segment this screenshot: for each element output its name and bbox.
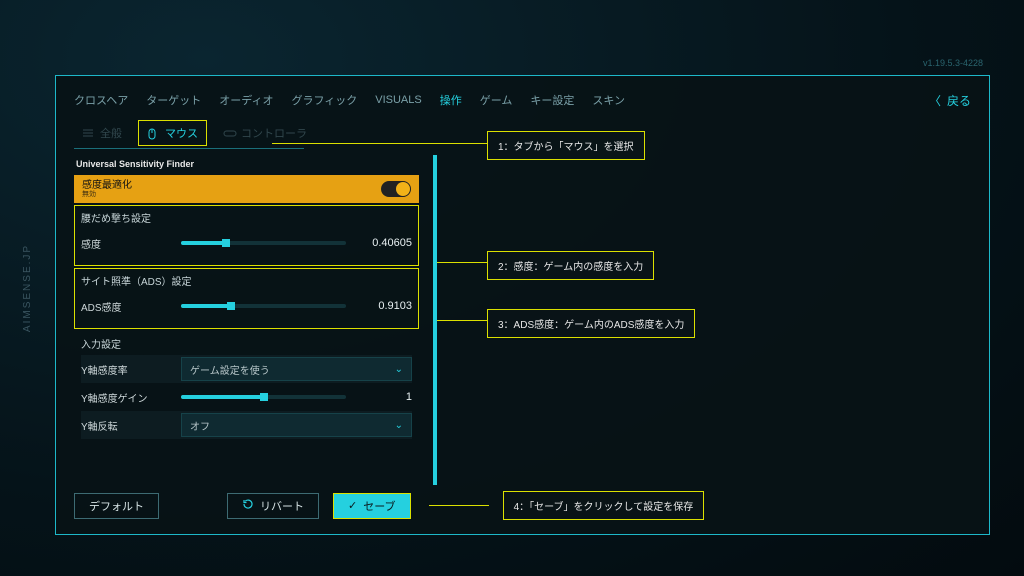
settings-panel: Universal Sensitivity Finder 感度最適化 無効 腰だ…	[74, 155, 419, 485]
mouse-icon	[147, 128, 159, 138]
y-ratio-value: ゲーム設定を使う	[190, 362, 270, 377]
ads-title: サイト照準（ADS）設定	[81, 273, 412, 288]
callout-3: 3：ADS感度：ゲーム内のADS感度を入力	[487, 309, 695, 338]
back-button[interactable]: 〈 戻る	[929, 92, 971, 109]
optimize-label: 感度最適化	[82, 181, 132, 191]
top-nav: クロスヘア ターゲット オーディオ グラフィック VISUALS 操作 ゲーム …	[74, 90, 971, 110]
save-label: セーブ	[363, 498, 395, 514]
usf-title: Universal Sensitivity Finder	[74, 155, 419, 173]
nav-controls[interactable]: 操作	[440, 92, 462, 108]
input-title: 入力設定	[81, 336, 412, 351]
settings-window: v1.19.5.3-4228 クロスヘア ターゲット オーディオ グラフィック …	[55, 75, 990, 535]
ads-sensitivity-value: 0.9103	[356, 300, 412, 312]
subtab-controller-label: コントローラ	[241, 125, 307, 141]
leader-2	[437, 262, 487, 263]
y-gain-slider[interactable]	[181, 395, 346, 399]
revert-button[interactable]: リバート	[227, 493, 319, 519]
ads-sensitivity-row: ADS感度 0.9103	[81, 292, 412, 320]
sensitivity-value: 0.40605	[356, 237, 412, 249]
y-invert-label: Y軸反転	[81, 418, 171, 433]
callout-4: 4：「セーブ」をクリックして設定を保存	[503, 491, 705, 520]
nav-graphics[interactable]: グラフィック	[291, 92, 357, 108]
version-label: v1.19.5.3-4228	[923, 58, 983, 68]
nav-visuals[interactable]: VISUALS	[375, 94, 421, 106]
hipfire-title: 腰だめ撃ち設定	[81, 210, 412, 225]
nav-keybind[interactable]: キー設定	[530, 92, 574, 108]
sensitivity-slider[interactable]	[181, 241, 346, 245]
ads-sensitivity-slider[interactable]	[181, 304, 346, 308]
chevron-down-icon: ⌄	[395, 364, 403, 375]
default-label: デフォルト	[89, 498, 144, 514]
subtab-general-label: 全般	[100, 125, 122, 141]
callout-2: 2：感度：ゲーム内の感度を入力	[487, 251, 654, 280]
leader-3	[437, 320, 487, 321]
y-invert-dropdown[interactable]: オフ ⌄	[181, 413, 412, 437]
back-label: 戻る	[947, 92, 971, 109]
button-row: デフォルト リバート ✓ セーブ 4：「セーブ」をクリックして設定を保存	[74, 491, 704, 520]
y-ratio-dropdown[interactable]: ゲーム設定を使う ⌄	[181, 357, 412, 381]
subtab-underline	[74, 148, 304, 149]
leader-1	[272, 143, 487, 144]
optimize-row[interactable]: 感度最適化 無効	[74, 175, 419, 203]
revert-label: リバート	[260, 498, 304, 514]
save-button[interactable]: ✓ セーブ	[333, 493, 411, 519]
default-button[interactable]: デフォルト	[74, 493, 159, 519]
ads-sensitivity-label: ADS感度	[81, 299, 171, 314]
sliders-icon	[82, 128, 94, 138]
y-ratio-label: Y軸感度率	[81, 362, 171, 377]
ads-group: サイト照準（ADS）設定 ADS感度 0.9103	[74, 268, 419, 329]
y-gain-value: 1	[356, 391, 412, 403]
nav-game[interactable]: ゲーム	[480, 92, 513, 108]
hipfire-group: 腰だめ撃ち設定 感度 0.40605	[74, 205, 419, 266]
nav-skin[interactable]: スキン	[592, 92, 625, 108]
nav-crosshair[interactable]: クロスヘア	[74, 92, 128, 108]
optimize-sub: 無効	[82, 191, 132, 198]
toggle-knob	[396, 182, 410, 196]
y-gain-label: Y軸感度ゲイン	[81, 390, 171, 405]
y-invert-value: オフ	[190, 418, 210, 433]
y-gain-row: Y軸感度ゲイン 1	[81, 383, 412, 411]
subtab-mouse-label: マウス	[165, 125, 198, 141]
subtab-mouse[interactable]: マウス	[138, 120, 207, 146]
nav-target[interactable]: ターゲット	[146, 92, 201, 108]
annotation-area: 1：タブから「マウス」を選択 2：感度：ゲーム内の感度を入力 3：ADS感度：ゲ…	[447, 155, 971, 485]
refresh-icon	[242, 498, 254, 513]
callout-1: 1：タブから「マウス」を選択	[487, 131, 645, 160]
check-icon: ✓	[348, 499, 357, 512]
chevron-left-icon: 〈	[929, 92, 941, 109]
subtab-general[interactable]: 全般	[74, 120, 130, 146]
y-ratio-row: Y軸感度率 ゲーム設定を使う ⌄	[81, 355, 412, 383]
gamepad-icon	[223, 128, 235, 138]
sensitivity-label: 感度	[81, 236, 171, 251]
chevron-down-icon: ⌄	[395, 420, 403, 431]
leader-4	[429, 505, 489, 506]
input-group: 入力設定 Y軸感度率 ゲーム設定を使う ⌄ Y軸感度ゲイン 1	[74, 331, 419, 448]
y-invert-row: Y軸反転 オフ ⌄	[81, 411, 412, 439]
optimize-toggle[interactable]	[381, 181, 411, 197]
sensitivity-row: 感度 0.40605	[81, 229, 412, 257]
nav-audio[interactable]: オーディオ	[219, 92, 273, 108]
watermark-text: AIMSENSE.JP	[22, 244, 33, 332]
